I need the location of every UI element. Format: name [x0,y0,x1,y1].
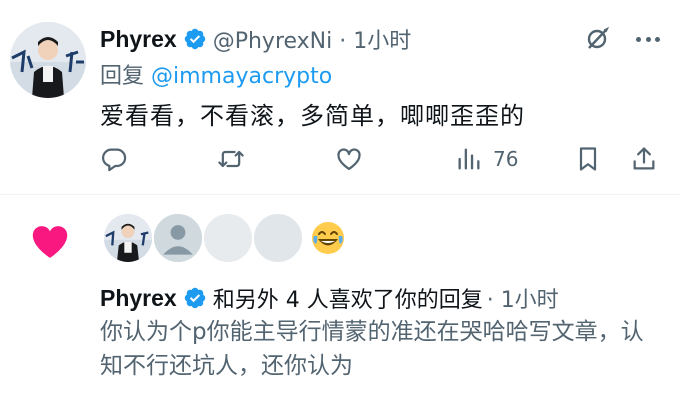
liker-name[interactable]: Phyrex [100,285,177,312]
reply-prefix: 回复 [100,64,145,89]
author-avatar[interactable] [10,22,86,98]
tweet-actions: 76 [100,142,656,176]
liker-avatar[interactable] [252,212,304,264]
bookmark-icon [579,147,597,171]
notification-action-text: 和另外 4 人喜欢了你的回复 [212,288,483,313]
reply-context: 回复 @immayacrypto [100,58,332,90]
verified-badge-icon [184,287,205,309]
liker-avatar[interactable] [102,212,154,264]
share-icon [633,147,655,170]
reply-button[interactable] [100,142,128,176]
liker-avatar[interactable] [302,212,354,264]
default-avatar-icon [154,214,202,262]
retweet-button[interactable] [217,142,245,176]
reply-mention-link[interactable]: @immayacrypto [151,64,332,89]
more-icon[interactable] [636,27,660,51]
retweet-icon [218,150,244,168]
views-button[interactable]: 76 [455,142,518,176]
author-name[interactable]: Phyrex [100,26,177,53]
verified-badge-icon [184,28,205,50]
heart-filled-icon [32,226,68,258]
laughing-emoji-icon [312,222,344,254]
notification-header: Phyrex 和另外 4 人喜欢了你的回复 · 1小时 [100,282,559,314]
like-notification[interactable]: Phyrex 和另外 4 人喜欢了你的回复 · 1小时 你认为个p你能主导行情蒙… [0,195,680,395]
liked-reply-text: 你认为个p你能主导行情蒙的准还在哭哈哈写文章，认知不行还坑人，还你认为 [100,319,644,379]
reply-icon [102,148,127,172]
grok-icon[interactable] [584,26,610,52]
views-icon [458,148,480,170]
share-button[interactable] [630,142,658,176]
liker-avatar[interactable] [152,212,204,264]
notification-time: · 1小时 [486,288,559,313]
tweet-menu [584,26,660,52]
bookmark-button[interactable] [574,142,602,176]
tweet-header: Phyrex @PhyrexNi · 1小时 [100,22,411,56]
tweet-text: 爱看看，不看滚，多简单，唧唧歪歪的 [100,102,525,130]
liker-avatar[interactable] [202,212,254,264]
avatar-photo [104,214,152,262]
author-handle-time[interactable]: @PhyrexNi · 1小时 [213,23,412,55]
like-button[interactable] [335,142,363,176]
views-count: 76 [493,147,519,171]
like-icon [337,148,361,171]
tweet[interactable]: Phyrex @PhyrexNi · 1小时 回复 @immayacrypto … [0,0,680,194]
avatar-photo [10,22,86,98]
